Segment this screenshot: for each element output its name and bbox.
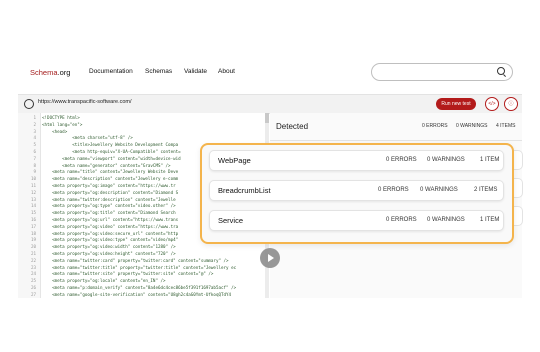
code-view-button[interactable]: </> <box>485 97 499 111</box>
code-line: <meta property="og:video:secure_url" con… <box>42 230 179 236</box>
result-warnings: 0 WARNINGS <box>420 187 458 193</box>
code-line: <meta property="og:url" content="https:/… <box>42 217 179 222</box>
line-number: 25 <box>30 278 36 284</box>
result-items: 1 ITEM <box>480 157 500 163</box>
line-number: 24 <box>30 271 36 277</box>
line-number: 5 <box>33 142 36 148</box>
code-line: <meta property="og:image" content="https… <box>42 183 176 188</box>
result-row-webpage[interactable]: WebPage 0 ERRORS 0 WARNINGS 1 ITEM <box>209 150 504 171</box>
line-number: 23 <box>30 264 36 270</box>
line-number: 9 <box>33 169 36 175</box>
result-row-breadcrumblist[interactable]: BreadcrumbList 0 ERRORS 0 WARNINGS 2 ITE… <box>209 180 504 201</box>
schema-logo[interactable]: Schema.org <box>30 68 70 77</box>
nav-validate[interactable]: Validate <box>184 68 207 75</box>
search-icon[interactable] <box>497 67 505 75</box>
divider <box>270 140 522 141</box>
line-number: 8 <box>33 162 36 168</box>
result-warnings: 0 WARNINGS <box>427 217 465 223</box>
top-header: Schema.org Documentation Schemas Validat… <box>0 46 540 94</box>
line-number: 26 <box>30 285 36 290</box>
search-input[interactable] <box>371 63 513 81</box>
code-line: <meta name="generator" content="GravCMS"… <box>42 162 171 168</box>
result-name: BreadcrumbList <box>218 186 271 195</box>
line-number: 14 <box>30 203 36 209</box>
line-number: 2 <box>33 121 36 127</box>
highlighted-results-card: WebPage 0 ERRORS 0 WARNINGS 1 ITEM Bread… <box>200 143 514 244</box>
line-number: 27 <box>30 291 36 297</box>
nav-documentation[interactable]: Documentation <box>89 68 133 75</box>
logo-brand: Schema <box>30 68 58 77</box>
code-line: <meta name="viewport" content="width=dev… <box>42 155 181 161</box>
line-number: 6 <box>33 149 36 154</box>
code-line: <!DOCTYPE html> <box>42 115 80 120</box>
globe-icon <box>24 99 34 109</box>
code-line: <meta name="title" content="Jewellery We… <box>42 169 179 175</box>
code-line: <meta property="og:video:width" content=… <box>42 244 176 250</box>
line-number: 17 <box>30 223 36 229</box>
total-warnings: 0 WARNINGS <box>456 123 488 129</box>
scrollbar-thumb[interactable] <box>265 113 269 123</box>
code-line: <meta name="twitter:site" property="twit… <box>42 271 214 277</box>
total-items: 4 ITEMS <box>496 123 516 129</box>
result-items: 1 ITEM <box>480 217 500 223</box>
play-icon[interactable] <box>260 248 280 268</box>
code-line: <meta property="og:video" content="https… <box>42 223 179 229</box>
code-line: <html lang="en"> <box>42 121 83 127</box>
result-items: 2 ITEMS <box>474 187 498 193</box>
tested-url[interactable]: https://www.transpacific-software.com/ <box>38 99 132 105</box>
total-errors: 0 ERRORS <box>422 123 448 129</box>
line-number: 18 <box>30 230 36 236</box>
result-errors: 0 ERRORS <box>386 217 417 223</box>
code-line: <meta name="twitter:title" property="twi… <box>42 264 237 270</box>
line-number: 12 <box>30 189 36 195</box>
nav-about[interactable]: About <box>218 68 235 75</box>
result-name: Service <box>218 216 244 225</box>
code-line: <meta property="og:video:height" content… <box>42 251 176 256</box>
line-number: 22 <box>30 257 36 263</box>
detected-title: Detected <box>276 122 309 131</box>
code-line: <meta property="og:type" content="video.… <box>42 203 176 209</box>
result-errors: 0 ERRORS <box>378 187 409 193</box>
logo-suffix: .org <box>57 68 71 77</box>
line-number: 1 <box>33 115 36 120</box>
result-row-service[interactable]: Service 0 ERRORS 0 WARNINGS 1 ITEM <box>209 210 504 231</box>
info-button[interactable]: ⓘ <box>504 97 518 111</box>
line-number: 3 <box>33 128 36 134</box>
line-number: 19 <box>30 237 36 243</box>
line-number: 16 <box>30 217 36 222</box>
code-line: <head> <box>42 128 68 134</box>
code-line: <meta property="og:description" content=… <box>42 189 179 195</box>
code-line: <meta name="p:domain_verify" content="8a… <box>42 285 237 290</box>
line-number: 4 <box>33 135 36 141</box>
code-line: <meta name="google-site-verification" co… <box>42 291 232 297</box>
line-number: 11 <box>30 183 36 188</box>
line-number: 10 <box>30 176 36 182</box>
code-line: <meta property="og:video:type" content="… <box>42 237 179 243</box>
code-line: <meta property="og:title" content="Diamo… <box>42 210 176 216</box>
line-number: 21 <box>30 251 36 256</box>
code-line: <meta property="og:locale" content="en_I… <box>42 278 166 284</box>
result-errors: 0 ERRORS <box>386 157 417 163</box>
line-number: 7 <box>33 155 36 161</box>
code-line: <meta charset="utf-8" /> <box>42 135 133 141</box>
line-number: 15 <box>30 210 36 216</box>
code-line: <title>Jewellery Website Development Com… <box>42 142 179 148</box>
run-new-test-button[interactable]: Run new test <box>436 98 476 110</box>
line-number: 20 <box>30 244 36 250</box>
code-line: <meta name="description" content="Jewell… <box>42 176 179 182</box>
code-line: <meta name="twitter:card" property="twit… <box>42 257 229 263</box>
url-bar: https://www.transpacific-software.com/ R… <box>18 94 522 114</box>
code-line: <meta name="twitter:description" content… <box>42 196 176 202</box>
nav-schemas[interactable]: Schemas <box>145 68 172 75</box>
code-line: <meta http-equiv="X-UA-Compatible" conte… <box>42 149 181 154</box>
result-warnings: 0 WARNINGS <box>427 157 465 163</box>
line-number: 13 <box>30 196 36 202</box>
result-name: WebPage <box>218 156 251 165</box>
